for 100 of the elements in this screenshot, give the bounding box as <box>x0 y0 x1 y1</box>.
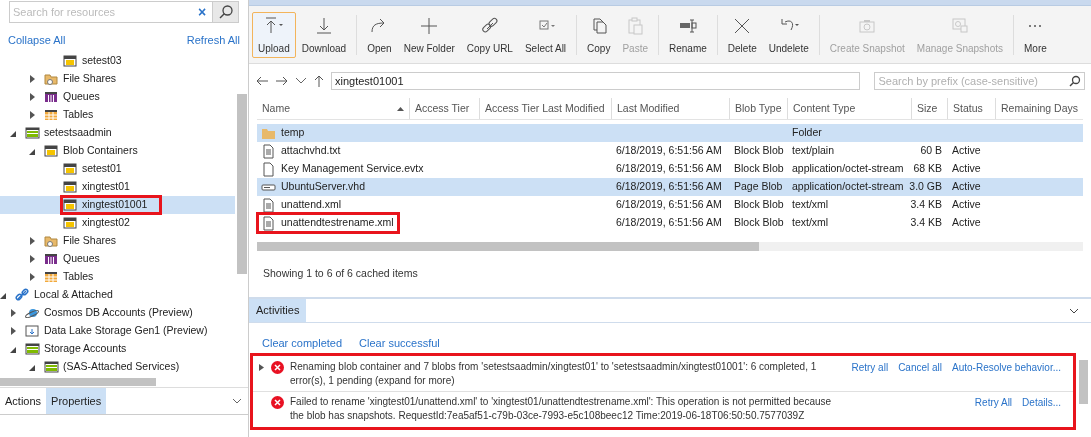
tab[interactable]: Activities <box>249 299 307 322</box>
column-header[interactable]: Last Modified <box>611 98 729 119</box>
toolbar-button[interactable]: Undelete <box>762 11 815 58</box>
toolbar-button[interactable]: Upload <box>252 11 296 58</box>
link[interactable]: Clear successful <box>359 335 440 354</box>
tree-item[interactable]: Queues <box>0 250 235 268</box>
table-cell: Active <box>952 179 981 195</box>
column-header[interactable]: Access Tier <box>409 98 479 119</box>
search-field[interactable]: Search by prefix (case-sensitive) <box>874 72 1085 90</box>
path-field[interactable]: xingtest01001 <box>331 72 861 90</box>
scrollbar-thumb[interactable] <box>1079 360 1088 404</box>
toolbar-button[interactable]: Download <box>295 11 353 58</box>
table-cell: Active <box>952 161 981 177</box>
scrollbar-thumb[interactable] <box>237 94 247 274</box>
tree-item-label: setestsaadmin <box>44 125 113 141</box>
chevron-icon[interactable] <box>232 398 242 404</box>
column-header[interactable]: Access Tier Last Modified <box>479 98 611 119</box>
tree-item[interactable]: setestsaadmin <box>0 124 235 142</box>
file-name: Key Management Service.evtx <box>281 161 424 177</box>
toolbar-button[interactable]: Delete <box>721 11 763 58</box>
table-cell: 68 KB <box>913 161 942 177</box>
tree-item[interactable]: File Shares <box>0 232 235 250</box>
search-field[interactable]: Search for resources × <box>9 1 239 23</box>
forward-icon[interactable] <box>275 74 289 88</box>
document-icon <box>261 143 276 159</box>
clear-button[interactable]: × <box>192 5 212 19</box>
table-row[interactable]: unattend.xml 6/18/2019, 6:51:56 AM Block Blob text/xml 3.4 KB Active <box>257 196 1083 214</box>
toolbar-button[interactable]: Copy URL <box>460 11 519 58</box>
datalake-icon <box>25 324 40 338</box>
tree-item-label: Cosmos DB Accounts (Preview) <box>44 305 194 321</box>
collapse-arrow-icon[interactable] <box>29 147 36 155</box>
tree-item[interactable]: Data Lake Storage Gen1 (Preview) <box>0 322 235 340</box>
tree-item-label: Storage Accounts <box>44 341 128 357</box>
column-header[interactable]: Status <box>947 98 995 119</box>
table-cell: 6/18/2019, 6:51:56 AM <box>616 143 722 159</box>
chevron-icon[interactable] <box>1069 307 1079 314</box>
tree-item[interactable]: (SAS-Attached Services) <box>0 358 235 376</box>
toolbar-button[interactable]: Copy <box>581 11 617 58</box>
toolbar-button[interactable]: New Folder <box>397 11 461 58</box>
up-icon[interactable] <box>313 74 325 88</box>
tree-item[interactable]: Tables <box>0 106 235 124</box>
link[interactable]: Details... <box>1022 395 1061 410</box>
tree-item[interactable]: Tables <box>0 268 235 286</box>
link[interactable]: Retry all <box>851 360 889 375</box>
collapse-arrow-icon[interactable] <box>10 345 17 353</box>
link[interactable]: Retry All <box>974 395 1013 410</box>
toolbar-button[interactable]: More <box>1018 11 1053 58</box>
expand-arrow-icon[interactable] <box>29 237 35 245</box>
tree-item[interactable]: Local & Attached <box>0 286 235 304</box>
link[interactable]: Cancel all <box>898 360 943 375</box>
search-button[interactable] <box>212 2 238 22</box>
expand-arrow-icon[interactable] <box>259 364 264 371</box>
column-header[interactable]: Size <box>911 98 947 119</box>
tree-item[interactable]: setest03 <box>0 52 235 70</box>
tree-item-label: Queues <box>63 251 101 267</box>
tree-item[interactable]: Cosmos DB Accounts (Preview) <box>0 304 235 322</box>
expand-arrow-icon[interactable] <box>29 111 35 119</box>
collapse-arrow-icon[interactable] <box>29 363 36 371</box>
expand-arrow-icon[interactable] <box>29 75 35 83</box>
table-row[interactable]: attachvhd.txt 6/18/2019, 6:51:56 AM Block Blob text/plain 60 B Active <box>257 142 1083 160</box>
toolbar-button[interactable]: Rename <box>663 11 713 58</box>
column-header[interactable]: Name <box>257 98 409 119</box>
table-cell: 3.0 GB <box>909 179 942 195</box>
tree-item[interactable]: Queues <box>0 88 235 106</box>
tab[interactable]: Properties <box>46 388 107 414</box>
tree-item[interactable]: Blob Containers <box>0 142 235 160</box>
expand-arrow-icon[interactable] <box>10 327 16 335</box>
toolbar-button[interactable]: Select All <box>518 11 573 58</box>
tree-item[interactable]: xingtest01 <box>0 178 235 196</box>
tree-item[interactable]: xingtest02 <box>0 214 235 232</box>
link[interactable]: Clear completed <box>262 335 343 354</box>
toolbar-button[interactable]: Open <box>361 11 398 58</box>
column-header[interactable]: Blob Type <box>729 98 787 119</box>
link[interactable]: Refresh All <box>186 32 240 52</box>
table-cell: 6/18/2019, 6:51:56 AM <box>616 161 722 177</box>
snapshots-icon <box>949 15 970 36</box>
tree-item[interactable]: File Shares <box>0 70 235 88</box>
expand-arrow-icon[interactable] <box>29 273 35 281</box>
column-header[interactable]: Content Type <box>787 98 911 119</box>
search-icon <box>218 5 233 19</box>
expand-arrow-icon[interactable] <box>10 309 16 317</box>
link[interactable]: Auto-Resolve behavior... <box>952 360 1061 375</box>
expand-arrow-icon[interactable] <box>29 255 35 263</box>
collapse-arrow-icon[interactable] <box>0 291 7 299</box>
table-cell: Block Blob <box>734 215 784 231</box>
tree-item[interactable]: xingtest01001 <box>0 196 235 214</box>
link[interactable]: Collapse All <box>8 32 66 52</box>
table-row[interactable]: Key Management Service.evtx 6/18/2019, 6:51:56 AM Block Blob application/octet-stream 68 KB Active <box>257 160 1083 178</box>
scrollbar-thumb[interactable] <box>257 242 759 251</box>
column-header[interactable]: Remaining Days <box>995 98 1084 119</box>
table-row[interactable]: temp Folder <box>257 124 1083 142</box>
table-row[interactable]: UbuntuServer.vhd 6/18/2019, 6:51:56 AM Page Blob application/octet-stream 3.0 GB Active <box>257 178 1083 196</box>
file-name: attachvhd.txt <box>281 143 341 159</box>
back-icon[interactable] <box>255 74 269 88</box>
expand-arrow-icon[interactable] <box>29 93 35 101</box>
tree-item[interactable]: setest01 <box>0 160 235 178</box>
tree-item[interactable]: Storage Accounts <box>0 340 235 358</box>
scrollbar-thumb[interactable] <box>0 378 156 386</box>
table-row[interactable]: unattendtestrename.xml 6/18/2019, 6:51:56 AM Block Blob text/xml 3.4 KB Active <box>257 214 1083 232</box>
collapse-arrow-icon[interactable] <box>10 129 17 137</box>
